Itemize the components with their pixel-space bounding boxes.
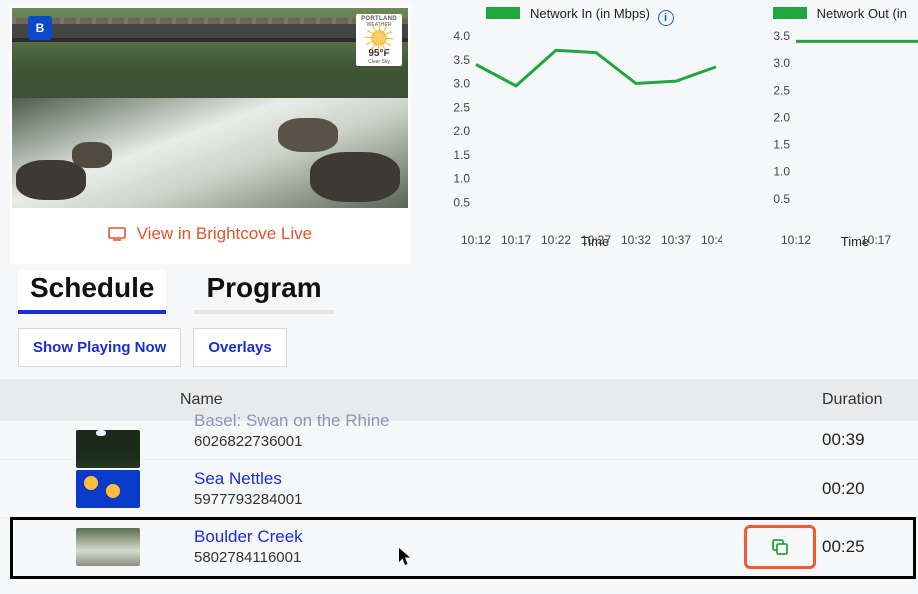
- weather-desc: Clear Sky: [368, 59, 390, 65]
- duplicate-icon[interactable]: [770, 537, 790, 557]
- svg-text:10:12: 10:12: [781, 233, 811, 247]
- svg-text:3.0: 3.0: [453, 77, 470, 91]
- svg-text:2.5: 2.5: [453, 100, 470, 114]
- svg-text:10:27: 10:27: [581, 233, 611, 247]
- preview-card: B PORTLAND WEATHER 95°F Clear Sky View i…: [10, 6, 410, 264]
- svg-text:10:37: 10:37: [661, 233, 691, 247]
- legend-label: Network In (in Mbps): [530, 6, 650, 21]
- svg-text:3.5: 3.5: [453, 53, 470, 67]
- col-name-header: Name: [176, 391, 742, 409]
- preview-video[interactable]: B PORTLAND WEATHER 95°F Clear Sky: [12, 8, 408, 208]
- duplicate-highlight: [744, 525, 816, 569]
- schedule-table: Name Duration Basel: Swan on the Rhine 6…: [0, 379, 918, 575]
- video-title-link[interactable]: Boulder Creek: [194, 527, 742, 547]
- duration: 00:20: [822, 479, 902, 499]
- legend-swatch-icon: [773, 7, 807, 19]
- video-title-link[interactable]: Basel: Swan on the Rhine: [194, 411, 742, 431]
- svg-text:0.5: 0.5: [453, 195, 470, 209]
- overlays-button[interactable]: Overlays: [193, 328, 286, 367]
- view-live-label: View in Brightcove Live: [137, 224, 312, 243]
- svg-text:1.0: 1.0: [773, 165, 790, 179]
- svg-text:10:17: 10:17: [861, 233, 891, 247]
- legend-label: Network Out (in: [817, 6, 907, 21]
- brightcove-logo-icon: B: [28, 16, 52, 40]
- svg-text:1.5: 1.5: [773, 138, 790, 152]
- svg-text:1.5: 1.5: [453, 148, 470, 162]
- video-id: 5977793284001: [194, 491, 742, 508]
- svg-text:0.5: 0.5: [773, 192, 790, 206]
- svg-text:3.0: 3.0: [773, 56, 790, 70]
- svg-text:4.0: 4.0: [453, 30, 470, 43]
- tab-program[interactable]: Program: [194, 270, 333, 314]
- weather-overlay: PORTLAND WEATHER 95°F Clear Sky: [356, 14, 402, 66]
- video-title-link[interactable]: Sea Nettles: [194, 469, 742, 489]
- video-id: 5802784116001: [194, 549, 742, 566]
- col-duration-header: Duration: [822, 391, 902, 409]
- svg-text:2.0: 2.0: [453, 124, 470, 138]
- legend-swatch-icon: [486, 7, 520, 19]
- svg-text:10:17: 10:17: [501, 233, 531, 247]
- svg-text:10:22: 10:22: [541, 233, 571, 247]
- tabs: Schedule Program: [0, 264, 918, 314]
- svg-text:2.0: 2.0: [773, 110, 790, 124]
- svg-text:10:32: 10:32: [621, 233, 651, 247]
- svg-text:1.0: 1.0: [453, 172, 470, 186]
- svg-text:10:12: 10:12: [461, 233, 491, 247]
- svg-text:2.5: 2.5: [773, 83, 790, 97]
- svg-text:10:42: 10:42: [701, 233, 722, 247]
- sun-icon: [370, 29, 388, 47]
- chart-network-out: Network Out (in 0.5 1.0 1.5 2.0 2.5 3.0 3.5 10…: [750, 6, 918, 264]
- show-playing-now-button[interactable]: Show Playing Now: [18, 328, 181, 367]
- video-id: 6026822736001: [194, 433, 742, 450]
- chart-network-in: Network In (in Mbps) i 0.5 1.0 1.5 2.0 2.5 3.…: [430, 6, 730, 264]
- video-thumbnail: [76, 430, 140, 468]
- svg-text:3.5: 3.5: [773, 30, 790, 43]
- table-row[interactable]: Basel: Swan on the Rhine 6026822736001 0…: [0, 421, 918, 459]
- video-thumbnail: [76, 528, 140, 566]
- video-thumbnail: [76, 470, 140, 508]
- info-icon[interactable]: i: [658, 10, 674, 26]
- monitor-icon: [108, 226, 126, 246]
- duration: 00:39: [822, 430, 902, 450]
- tab-schedule[interactable]: Schedule: [18, 270, 166, 314]
- view-in-brightcove-live-link[interactable]: View in Brightcove Live: [108, 224, 312, 243]
- duration: 00:25: [822, 537, 902, 557]
